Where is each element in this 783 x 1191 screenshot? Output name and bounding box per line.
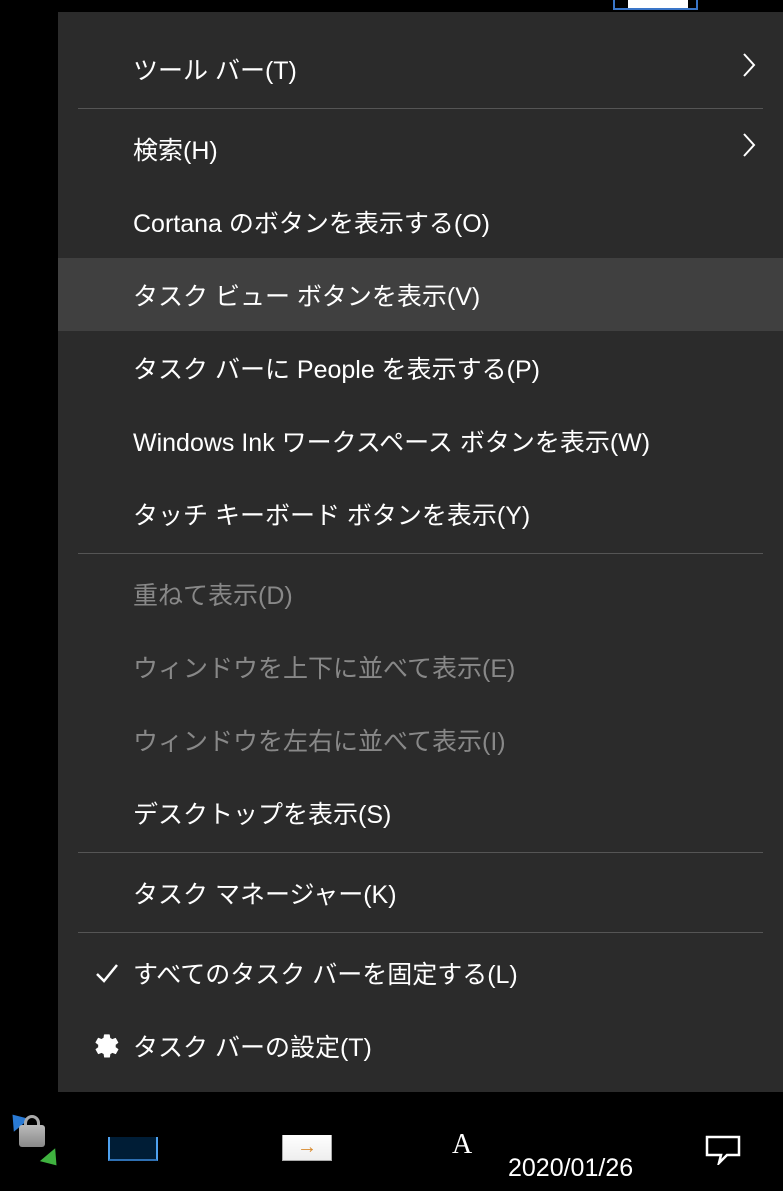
menu-item-settings[interactable]: タスク バーの設定(T) <box>58 1009 783 1082</box>
menu-label-taskview: タスク ビュー ボタンを表示(V) <box>133 277 758 313</box>
menu-label-toolbars: ツール バー(T) <box>133 51 740 87</box>
lock-body-icon <box>19 1125 45 1147</box>
menu-label-touchkb: タッチ キーボード ボタンを表示(Y) <box>133 496 758 532</box>
menu-label-cortana: Cortana のボタンを表示する(O) <box>133 204 758 240</box>
check-icon <box>93 959 133 987</box>
menu-label-stacked: ウィンドウを上下に並べて表示(E) <box>133 649 758 685</box>
arrow-down-icon <box>40 1148 64 1172</box>
menu-label-settings: タスク バーの設定(T) <box>133 1028 758 1064</box>
taskbar-app-font-icon[interactable]: A <box>452 1129 472 1161</box>
menu-item-taskmgr[interactable]: タスク マネージャー(K) <box>58 856 783 929</box>
taskbar-app-mail-icon[interactable]: → <box>282 1135 332 1161</box>
menu-separator <box>78 932 763 933</box>
menu-label-people: タスク バーに People を表示する(P) <box>133 350 758 386</box>
menu-item-people[interactable]: タスク バーに People を表示する(P) <box>58 331 783 404</box>
menu-label-taskmgr: タスク マネージャー(K) <box>133 875 758 911</box>
gear-icon <box>93 1032 133 1060</box>
notification-icon[interactable] <box>703 1135 743 1161</box>
tray-lock-sync-icon[interactable] <box>5 1115 60 1163</box>
menu-item-search[interactable]: 検索(H) <box>58 112 783 185</box>
menu-label-lock: すべてのタスク バーを固定する(L) <box>133 955 758 991</box>
taskbar-app-photoshop-icon[interactable] <box>108 1137 158 1161</box>
menu-label-showdesktop: デスクトップを表示(S) <box>133 795 758 831</box>
taskbar-context-menu: ツール バー(T) 検索(H) Cortana のボタンを表示する(O) タスク… <box>58 12 783 1092</box>
menu-item-ink[interactable]: Windows Ink ワークスペース ボタンを表示(W) <box>58 404 783 477</box>
menu-item-sidebyside: ウィンドウを左右に並べて表示(I) <box>58 703 783 776</box>
taskbar-date[interactable]: 2020/01/26 <box>508 1154 633 1183</box>
menu-item-touchkb[interactable]: タッチ キーボード ボタンを表示(Y) <box>58 477 783 550</box>
taskbar[interactable]: → A 2020/01/26 <box>0 1131 783 1191</box>
menu-separator <box>78 553 763 554</box>
chevron-right-icon <box>740 130 758 167</box>
chevron-right-icon <box>740 50 758 87</box>
menu-item-toolbars[interactable]: ツール バー(T) <box>58 32 783 105</box>
menu-item-lock[interactable]: すべてのタスク バーを固定する(L) <box>58 936 783 1009</box>
menu-label-sidebyside: ウィンドウを左右に並べて表示(I) <box>133 722 758 758</box>
menu-item-cortana[interactable]: Cortana のボタンを表示する(O) <box>58 185 783 258</box>
menu-label-search: 検索(H) <box>133 131 740 167</box>
menu-item-stacked: ウィンドウを上下に並べて表示(E) <box>58 630 783 703</box>
arrow-right-icon: → <box>297 1136 317 1159</box>
menu-label-cascade: 重ねて表示(D) <box>133 576 758 612</box>
menu-separator <box>78 108 763 109</box>
window-thumbnail-fragment <box>628 0 688 8</box>
menu-separator <box>78 852 763 853</box>
menu-item-taskview[interactable]: タスク ビュー ボタンを表示(V) <box>58 258 783 331</box>
menu-item-showdesktop[interactable]: デスクトップを表示(S) <box>58 776 783 849</box>
menu-item-cascade: 重ねて表示(D) <box>58 557 783 630</box>
menu-label-ink: Windows Ink ワークスペース ボタンを表示(W) <box>133 423 758 459</box>
